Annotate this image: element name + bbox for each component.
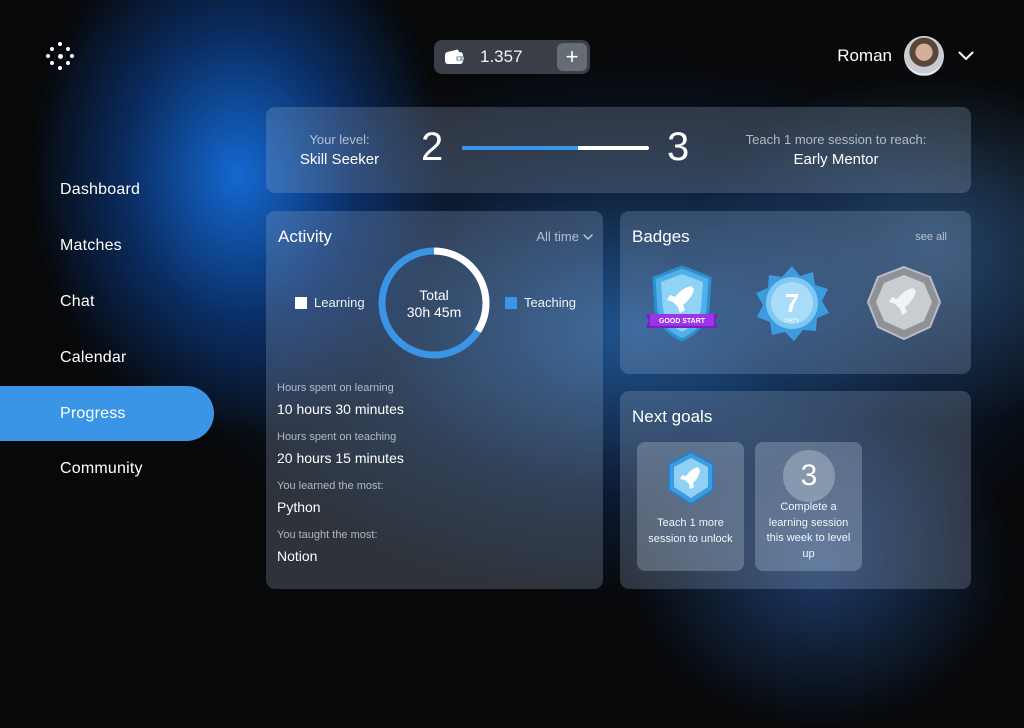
user-name: Roman [837, 46, 892, 65]
badge-caption: DAYS [785, 318, 800, 324]
total-label: Total [419, 287, 449, 303]
sidebar-item-dashboard[interactable]: Dashboard [0, 162, 214, 218]
see-all-link[interactable]: see all [915, 231, 947, 243]
wallet-icon [444, 49, 466, 65]
goal-text: Complete a learning session this week to… [766, 501, 851, 560]
chevron-down-icon [583, 233, 593, 240]
badge-ribbon-text: GOOD START [659, 318, 706, 325]
time-filter-label: All time [536, 229, 579, 244]
locked-rocket-badge-icon[interactable] [864, 264, 944, 344]
next-goals-card: Next goals Teach 1 more session to unloc… [620, 391, 971, 589]
stat-label: You taught the most: [277, 529, 378, 541]
wallet-value: 1.357 [480, 47, 523, 66]
activity-card: Activity All time Total 30h 45m Learning… [266, 211, 603, 589]
next-level-name: Early Mentor [793, 151, 879, 168]
chevron-down-icon[interactable] [958, 51, 974, 61]
sidebar-item-progress[interactable]: Progress [0, 386, 214, 441]
next-level-hint: Teach 1 more session to reach: [745, 132, 927, 147]
stat-value: 10 hours 30 minutes [277, 401, 404, 417]
dots-logo-icon[interactable] [46, 42, 74, 70]
badges-card: Badges see all GOOD START 7 DAYS [620, 211, 971, 374]
sidebar-item-matches[interactable]: Matches [0, 218, 214, 274]
time-filter-dropdown[interactable]: All time [536, 229, 593, 244]
add-funds-button[interactable]: + [557, 43, 587, 71]
sidebar-item-calendar[interactable]: Calendar [0, 330, 214, 386]
level-progress-card: Your level: Skill Seeker 2 3 Teach 1 mor… [266, 107, 971, 193]
legend-swatch-teaching [505, 296, 517, 309]
avatar[interactable] [904, 36, 944, 76]
next-level-info: Teach 1 more session to reach: Early Men… [726, 132, 946, 168]
stat-label: You learned the most: [277, 480, 384, 492]
sidebar-item-community[interactable]: Community [0, 441, 214, 497]
goals-title: Next goals [632, 407, 713, 426]
wallet-balance: 1.357 + [434, 40, 590, 74]
stat-value: 20 hours 15 minutes [277, 450, 404, 466]
legend-label: Teaching [524, 295, 577, 310]
stat-label: Hours spent on teaching [277, 431, 397, 443]
level-progress-bar [462, 146, 649, 150]
stat-value: Notion [277, 548, 318, 564]
rocket-shield-badge-icon[interactable]: GOOD START [642, 264, 722, 344]
next-level-number: 3 [667, 125, 690, 169]
your-level-label: Your level: [309, 132, 370, 147]
user-menu[interactable]: Roman [837, 36, 974, 76]
rocket-badge-icon [668, 450, 714, 506]
total-value: 30h 45m [406, 304, 462, 320]
current-level-name: Skill Seeker [299, 151, 380, 168]
goal-item[interactable]: 3 Complete a learning session this week … [755, 442, 862, 571]
current-level-number: 2 [421, 125, 444, 169]
legend-label: Learning [314, 295, 365, 310]
stat-label: Hours spent on learning [277, 382, 394, 394]
legend-swatch-learning [295, 296, 307, 309]
goal-level-number: 3 [783, 450, 835, 502]
stat-value: Python [277, 499, 321, 515]
current-level-info: Your level: Skill Seeker [292, 132, 387, 168]
sidebar-item-chat[interactable]: Chat [0, 274, 214, 330]
legend-learning: Learning [295, 295, 365, 310]
seven-days-star-badge-icon[interactable]: 7 DAYS [752, 264, 832, 344]
activity-title: Activity [278, 227, 332, 246]
sidebar: Dashboard Matches Chat Calendar Progress… [0, 162, 214, 497]
level-progress-fill [462, 146, 578, 150]
badge-number: 7 [785, 288, 799, 318]
donut-center: Total 30h 45m [375, 287, 493, 321]
goal-item[interactable]: Teach 1 more session to unlock [637, 442, 744, 571]
goal-text: Teach 1 more session to unlock [648, 517, 733, 545]
legend-teaching: Teaching [505, 295, 576, 310]
badges-title: Badges [632, 227, 690, 246]
